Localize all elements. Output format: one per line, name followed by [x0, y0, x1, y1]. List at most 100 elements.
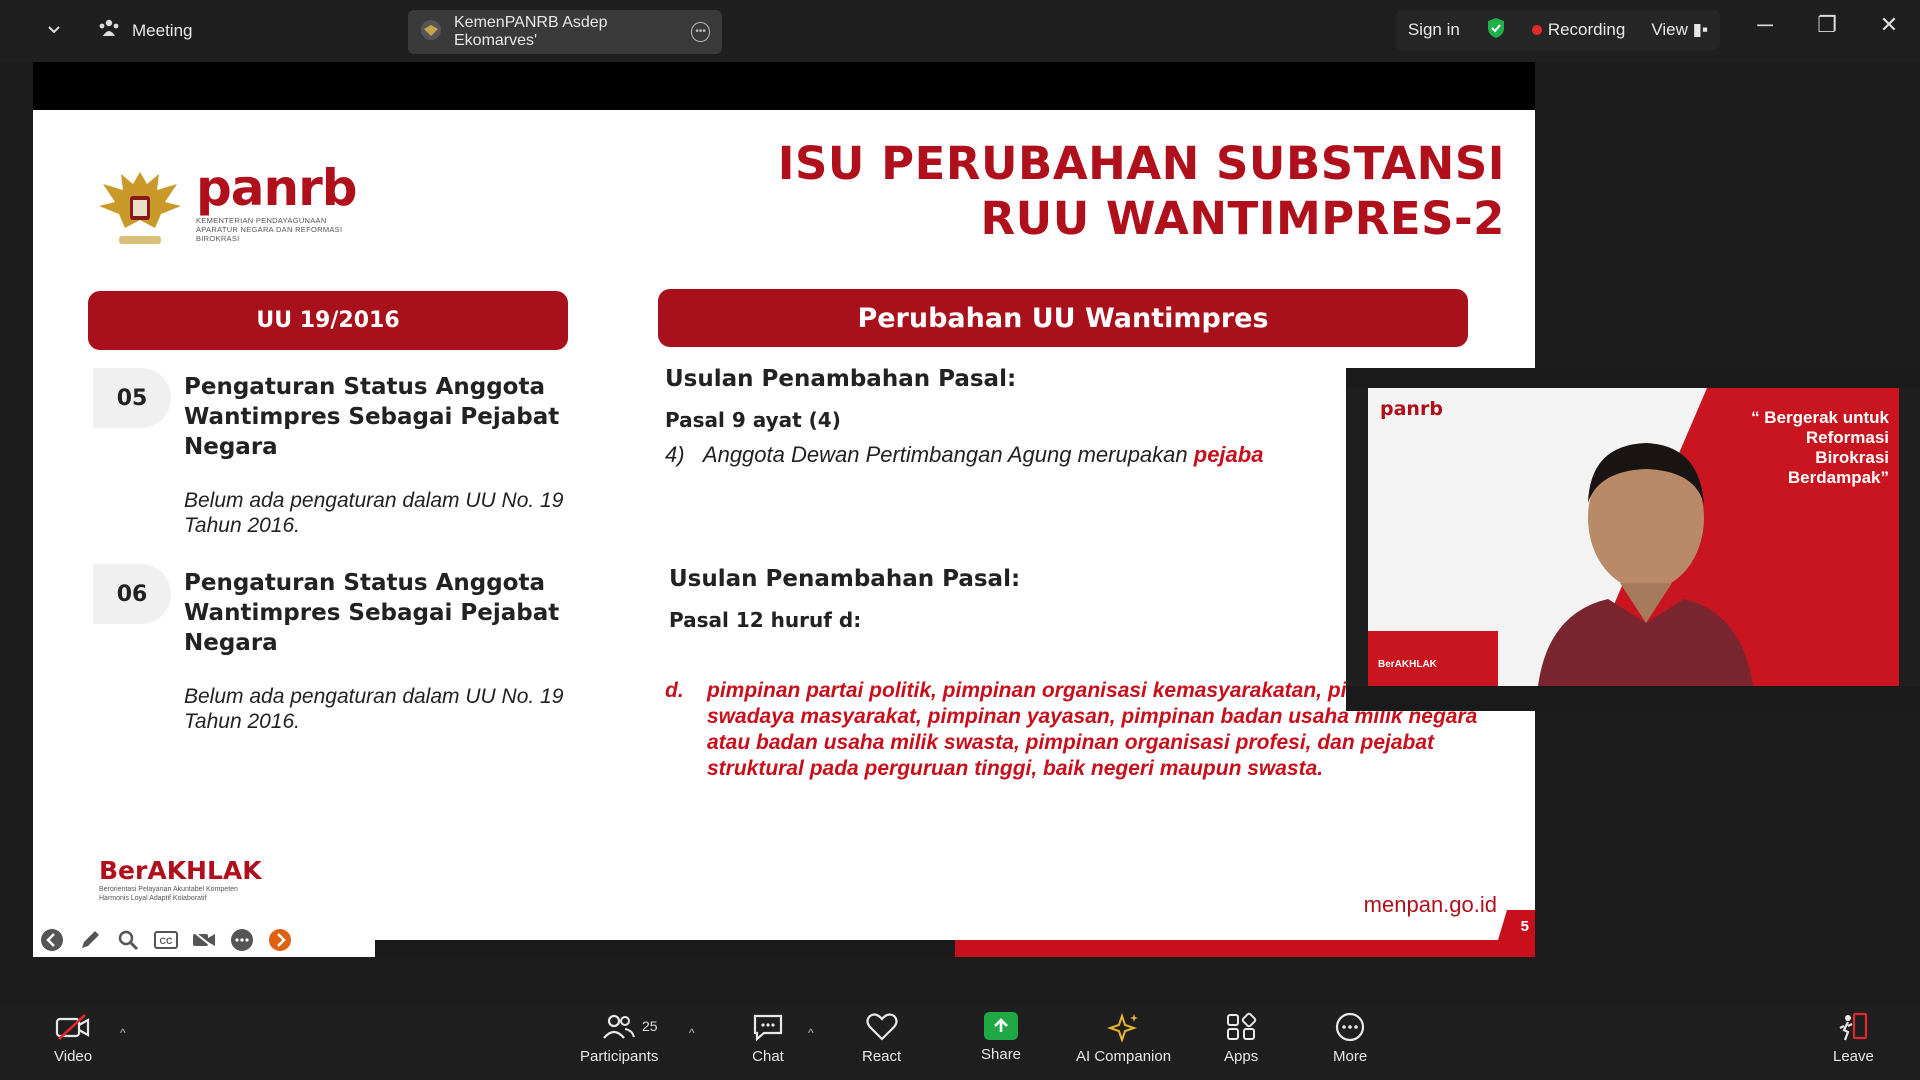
more-icon[interactable]	[229, 927, 255, 953]
list-item: 06 Pengaturan Status Anggota Wantimpres …	[93, 564, 613, 734]
security-shield-icon[interactable]	[1486, 17, 1506, 44]
share-button[interactable]: Share	[981, 1012, 1021, 1063]
chat-icon	[753, 1014, 783, 1042]
leave-door-icon	[1839, 1012, 1868, 1041]
berakhlak-name: BerAKHLAK	[99, 856, 262, 885]
participants-count: 25	[642, 1018, 658, 1034]
slide-footer-bar-red	[955, 940, 1535, 957]
stage-letterbox	[33, 62, 1535, 110]
recording-dot-icon	[1531, 25, 1542, 35]
slide-footer-bar-dark	[375, 940, 955, 957]
garuda-avatar-icon	[420, 19, 442, 46]
video-tile-bottombar	[1346, 686, 1920, 711]
ai-companion-label: AI Companion	[1076, 1048, 1172, 1065]
video-off-icon	[55, 1014, 90, 1040]
window-controls: ─ ❐ ✕	[1754, 12, 1900, 37]
minimize-icon[interactable]: ─	[1754, 12, 1776, 37]
left-column-header: UU 19/2016	[88, 291, 568, 350]
ai-companion-button[interactable]: AI Companion	[1076, 1012, 1171, 1065]
chat-label: Chat	[752, 1048, 784, 1065]
participants-label: Participants	[580, 1048, 659, 1065]
restore-icon[interactable]: ❐	[1816, 12, 1838, 37]
item-title: Pengaturan Status Anggota Wantimpres Seb…	[184, 570, 560, 656]
slide-title-line1: ISU PERUBAHAN SUBSTANSI	[777, 137, 1505, 190]
chat-button[interactable]: Chat	[751, 1012, 785, 1065]
video-brand-name: panrb	[1380, 398, 1443, 420]
leave-button[interactable]: Leave	[1833, 1012, 1874, 1065]
meeting-icon	[98, 18, 120, 43]
svg-text:CC: CC	[160, 936, 173, 946]
slide-title: ISU PERUBAHAN SUBSTANSI RUU WANTIMPRES-2	[778, 136, 1505, 246]
subtitles-icon[interactable]: CC	[153, 927, 179, 953]
brand-subtitle: KEMENTERIAN PENDAYAGUNAAN APARATUR NEGAR…	[196, 216, 343, 243]
panrb-logo: panrb KEMENTERIAN PENDAYAGUNAAN APARATUR…	[196, 159, 358, 243]
item-title: Pengaturan Status Anggota Wantimpres Seb…	[184, 374, 560, 460]
recording-indicator[interactable]: Recording	[1531, 20, 1625, 40]
more-dots-icon	[1335, 1012, 1365, 1042]
video-tile[interactable]: panrb “ Bergerak untuk Reformasi Birokra…	[1346, 368, 1920, 711]
apps-button[interactable]: Apps	[1224, 1012, 1258, 1065]
brand-name: panrb	[196, 159, 358, 217]
slideshow-toolbar: CC	[33, 922, 375, 957]
garuda-emblem-icon	[97, 166, 183, 254]
ayat-text: 4) Anggota Dewan Pertimbangan Agung meru…	[665, 442, 1263, 468]
camera-off-icon[interactable]	[191, 927, 217, 953]
meeting-label: Meeting	[132, 20, 193, 40]
shared-screen-title: KemenPANRB Asdep Ekomarves'	[454, 14, 608, 49]
video-quote: “ Bergerak untuk Reformasi Birokrasi Ber…	[1751, 408, 1889, 488]
quote-line3: Birokrasi	[1815, 448, 1889, 467]
quote-line2: Reformasi	[1805, 428, 1889, 447]
leave-label: Leave	[1833, 1048, 1874, 1065]
video-label: Video	[54, 1048, 93, 1065]
item-note: Belum ada pengaturan dalam UU No. 19 Tah…	[184, 685, 564, 733]
react-button[interactable]: React	[862, 1012, 901, 1065]
more-options-icon[interactable]: •••	[691, 22, 710, 42]
chat-options-caret-icon[interactable]: ^	[808, 1026, 814, 1040]
huruf-letter: d.	[665, 679, 684, 702]
top-right-controls: Sign in Recording View ▮▪	[1395, 10, 1720, 50]
item-number: 05	[93, 368, 171, 428]
item-number: 06	[93, 564, 171, 624]
pasal-label-2: Pasal 12 huruf d:	[669, 608, 862, 632]
right-column-header: Perubahan UU Wantimpres	[658, 289, 1468, 347]
view-button[interactable]: View ▮▪	[1651, 20, 1708, 40]
sparkle-icon	[1106, 1012, 1138, 1042]
view-layout-icon: ▮▪	[1692, 20, 1708, 39]
participant-video: panrb “ Bergerak untuk Reformasi Birokra…	[1368, 388, 1899, 686]
berakhlak-logo: BerAKHLAK Berorientasi Pelayanan Akuntab…	[99, 856, 269, 903]
top-bar: Meeting KemenPANRB Asdep Ekomarves' ••• …	[0, 0, 1920, 62]
more-label: More	[1333, 1048, 1368, 1065]
zoom-icon[interactable]	[115, 927, 141, 953]
video-tile-topbar	[1346, 368, 1920, 388]
previous-slide-icon[interactable]	[39, 927, 65, 953]
item-note: Belum ada pengaturan dalam UU No. 19 Tah…	[184, 489, 564, 537]
apps-icon	[1227, 1012, 1257, 1040]
apps-label: Apps	[1224, 1048, 1259, 1065]
sign-in-button[interactable]: Sign in	[1408, 20, 1460, 40]
usulan-heading-2: Usulan Penambahan Pasal:	[669, 566, 1021, 592]
quote-line1: “ Bergerak untuk	[1751, 408, 1889, 427]
more-button[interactable]: More	[1333, 1012, 1367, 1065]
meeting-menu[interactable]: Meeting	[98, 18, 192, 43]
pasal-label-1: Pasal 9 ayat (4)	[665, 408, 841, 432]
share-screen-icon	[984, 1012, 1019, 1040]
video-button[interactable]: Video	[54, 1012, 92, 1065]
participant-person	[1528, 423, 1758, 686]
next-slide-icon[interactable]	[267, 927, 293, 953]
video-options-caret-icon[interactable]: ^	[120, 1026, 126, 1040]
pen-icon[interactable]	[77, 927, 103, 953]
slide-title-line2: RUU WANTIMPRES-2	[980, 192, 1505, 245]
berakhlak-tagline: Berorientasi Pelayanan Akuntabel Kompete…	[99, 886, 238, 902]
shared-slide: panrb KEMENTERIAN PENDAYAGUNAAN APARATUR…	[33, 110, 1535, 957]
meeting-toolbar: Video ^ Participants 25 ^ Chat ^ React S…	[0, 1004, 1920, 1080]
chevron-down-icon[interactable]	[44, 20, 64, 40]
page-number: 5	[1520, 918, 1529, 935]
heart-icon	[866, 1013, 898, 1041]
quote-line4: Berdampak”	[1787, 468, 1889, 487]
participants-options-caret-icon[interactable]: ^	[689, 1026, 695, 1040]
website-label: menpan.go.id	[1363, 892, 1497, 917]
zoom-window: Meeting KemenPANRB Asdep Ekomarves' ••• …	[0, 0, 1920, 1080]
react-label: React	[862, 1048, 902, 1065]
close-icon[interactable]: ✕	[1878, 12, 1900, 37]
shared-screen-tab[interactable]: KemenPANRB Asdep Ekomarves' •••	[408, 10, 722, 54]
